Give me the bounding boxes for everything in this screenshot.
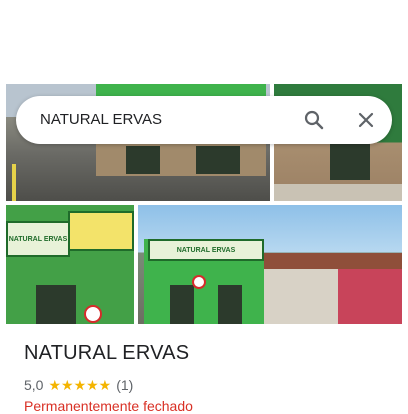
storefront-trim: [96, 84, 266, 96]
storefront-door: [218, 285, 242, 324]
rating-value: 5,0: [24, 377, 44, 393]
review-count[interactable]: (1): [116, 377, 133, 393]
neighbor-wall-red: [338, 269, 402, 324]
photo-storefront-corner[interactable]: NATURAL ERVAS: [6, 205, 134, 324]
storefront-wall: [96, 142, 266, 176]
storefront-door: [330, 144, 370, 180]
storefront-door: [196, 146, 240, 174]
search-input[interactable]: NATURAL ERVAS: [40, 96, 162, 144]
storefront-door: [170, 285, 194, 324]
status-closed: Permanentemente fechado: [24, 398, 193, 414]
store-sign: NATURAL ERVAS: [148, 239, 264, 261]
rating-row[interactable]: 5,0 ★★★★★ (1): [24, 376, 133, 394]
store-sign-logo: [68, 211, 134, 251]
store-sign: NATURAL ERVAS: [6, 221, 70, 257]
search-icon[interactable]: [302, 108, 326, 132]
star-rating-icon: ★★★★★: [48, 376, 112, 393]
close-icon[interactable]: [354, 108, 378, 132]
road-marking: [12, 164, 16, 201]
photo-storefront-wide[interactable]: NATURAL ERVAS: [138, 205, 402, 324]
search-bar[interactable]: NATURAL ERVAS: [16, 96, 392, 144]
storefront-door: [126, 146, 160, 174]
sidewalk: [274, 184, 402, 201]
place-title: NATURAL ERVAS: [24, 342, 190, 364]
storefront-door: [36, 285, 76, 324]
neighbor-roof: [264, 253, 402, 269]
traffic-sign: [192, 275, 206, 289]
traffic-sign: [84, 305, 102, 323]
